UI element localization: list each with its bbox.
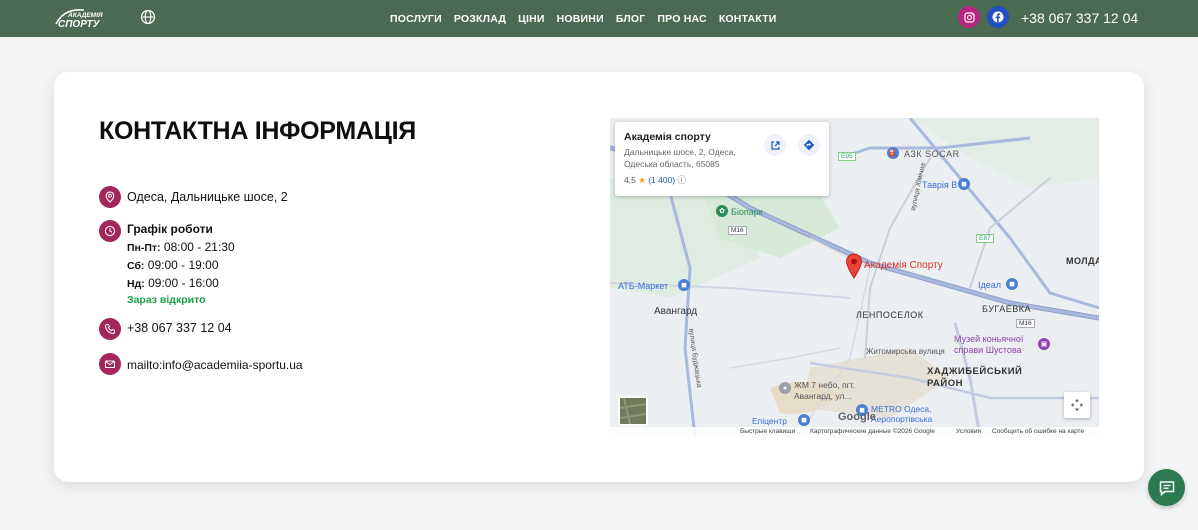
report-error-link[interactable]: Сообщить об ошибке на карте (992, 428, 1084, 435)
google-logo: Google (838, 411, 876, 423)
map-label-tavria: Таврія В (922, 180, 958, 190)
map-attribution-bar: Быстрые клавиши Картографические данные … (610, 427, 1099, 437)
nav-prices[interactable]: ЦІНИ (518, 13, 545, 25)
address-text: Одеса, Дальницьке шосе, 2 (127, 190, 288, 204)
logo-icon: АКАДЕМІЯ СПОРТУ (55, 8, 103, 30)
place-name: Академія спорту (624, 131, 711, 143)
nav-schedule[interactable]: РОЗКЛАД (454, 13, 506, 25)
location-pin-icon (99, 186, 121, 208)
map-label-bioprak: Біопарк (731, 207, 763, 217)
place-rating: 4,5 ★ (1 400) ⓘ (624, 175, 687, 185)
schedule-row-saturday: Сб: 09:00 - 19:00 (127, 258, 219, 272)
info-icon[interactable]: ⓘ (678, 175, 687, 185)
map-label-molda: МОЛДА (1066, 256, 1099, 266)
map-label-metro: METRO Одеса, Аеропортівська (871, 404, 933, 424)
map-pin-label: Академія Спорту (864, 260, 943, 271)
main-nav: ПОСЛУГИ РОЗКЛАД ЦІНИ НОВИНИ БЛОГ ПРО НАС… (390, 0, 777, 37)
clock-icon (99, 220, 121, 242)
park-icon: ✿ (716, 205, 728, 217)
shop-icon: ◼ (1006, 278, 1018, 290)
map-label-museum: Музей коньячної справи Шустова (954, 334, 1024, 355)
map-label-epicentr: Епіцентр (752, 416, 787, 426)
map-label-atb: АТБ-Маркет (618, 281, 669, 291)
facebook-icon[interactable] (987, 6, 1009, 28)
shop-icon: ◼ (678, 279, 690, 291)
road-shield-m16: M16 (1016, 319, 1035, 328)
open-in-maps-icon[interactable] (764, 134, 786, 156)
nav-news[interactable]: НОВИНИ (557, 13, 604, 25)
terms-link[interactable]: Условия (956, 428, 981, 435)
map-label-hadzhibey: ХАДЖИБЕЙСЬКИЙ РАЙОН (927, 366, 1023, 389)
map-data-text: Картографические данные ©2026 Google (810, 428, 935, 435)
header-phone-link[interactable]: +38 067 337 12 04 (1021, 10, 1138, 26)
logo[interactable]: АКАДЕМІЯ СПОРТУ (54, 6, 114, 30)
place-address: Дальницьке шосе, 2, Одеса, Одеська облас… (624, 147, 736, 169)
google-map[interactable]: Академія спорту Дальницьке шосе, 2, Одес… (610, 118, 1099, 437)
svg-text:СПОРТУ: СПОРТУ (58, 19, 101, 30)
top-navigation-bar: АКАДЕМІЯ СПОРТУ ПОСЛУГИ РОЗКЛАД ЦІНИ НОВ… (0, 0, 1198, 37)
email-link[interactable]: mailto:info@academiia-sportu.ua (127, 358, 303, 372)
fullscreen-icon[interactable] (1064, 392, 1090, 418)
chat-icon (1159, 480, 1174, 496)
map-label-azs: АЗК SOCAR (904, 149, 960, 159)
email-icon (99, 353, 121, 375)
map-label-bugaevka: БУГАЕВКА (982, 304, 1031, 314)
phone-link[interactable]: +38 067 337 12 04 (127, 321, 232, 335)
phone-icon (99, 318, 121, 340)
keyboard-shortcuts-link[interactable]: Быстрые клавиши (740, 428, 795, 435)
nav-about[interactable]: ПРО НАС (657, 13, 706, 25)
place-icon: ● (779, 382, 791, 394)
map-label-zhytomyrska: Житомирська вулиця (866, 347, 945, 356)
shop-icon: ◼ (958, 178, 970, 190)
map-label-zhm: ЖМ 7 небо, пгт. Авангард, ул... (794, 380, 856, 401)
map-label-ideal: Ідеал (978, 280, 1002, 290)
contact-card: КОНТАКТНА ІНФОРМАЦІЯ Одеса, Дальницьке ш… (54, 72, 1144, 482)
gas-station-icon: ⛽ (887, 147, 899, 159)
language-globe-icon[interactable] (140, 9, 156, 25)
instagram-icon[interactable] (958, 6, 980, 28)
satellite-toggle[interactable] (618, 396, 648, 426)
reviews-link[interactable]: (1 400) (648, 175, 675, 185)
svg-text:АКАДЕМІЯ: АКАДЕМІЯ (67, 12, 103, 19)
star-icon: ★ (638, 175, 646, 185)
map-label-avangard: Авангард (654, 306, 698, 317)
road-shield-e87: E87 (976, 234, 994, 243)
location-marker-icon[interactable] (845, 253, 863, 279)
schedule-title: Графік роботи (127, 222, 213, 236)
directions-icon[interactable] (798, 134, 820, 156)
page-title: КОНТАКТНА ІНФОРМАЦІЯ (99, 117, 416, 145)
museum-icon: ▣ (1038, 338, 1050, 350)
schedule-row-weekdays: Пн-Пт: 08:00 - 21:30 (127, 240, 235, 254)
place-info-card: Академія спорту Дальницьке шосе, 2, Одес… (615, 122, 829, 196)
nav-contacts[interactable]: КОНТАКТИ (719, 13, 777, 25)
schedule-row-sunday: Нд: 09:00 - 16:00 (127, 276, 219, 290)
road-shield-e95: E95 (838, 152, 856, 161)
nav-blog[interactable]: БЛОГ (616, 13, 646, 25)
map-label-lenposelok: ЛЕНПОСЕЛОК (856, 310, 924, 320)
chat-button[interactable] (1148, 469, 1185, 506)
nav-services[interactable]: ПОСЛУГИ (390, 13, 442, 25)
road-shield-m16: M16 (728, 226, 747, 235)
open-status: Зараз відкрито (127, 294, 206, 306)
shop-icon: ◼ (798, 414, 810, 426)
